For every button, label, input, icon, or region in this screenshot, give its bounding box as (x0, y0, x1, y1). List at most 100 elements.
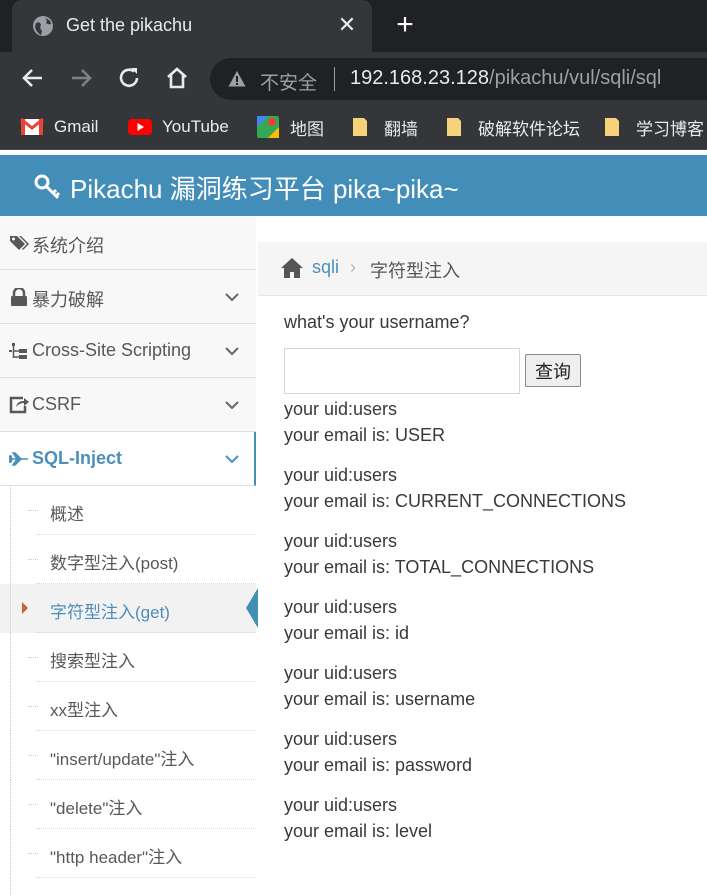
submenu-item-numeric-injection[interactable]: 数字型注入(post) (0, 535, 256, 584)
bookmark-label: 翻墙 (384, 119, 418, 139)
bookmark-youtube[interactable]: YouTube (128, 114, 229, 140)
tree-line (10, 829, 11, 878)
tree-line (10, 878, 11, 896)
sitemap-icon (9, 343, 27, 359)
submenu-item-next[interactable] (0, 878, 256, 896)
new-tab-icon[interactable]: + (390, 10, 420, 40)
breadcrumb-link-sqli[interactable]: sqli (312, 257, 339, 278)
folder-icon (353, 118, 367, 136)
result-email: your email is: id (284, 623, 410, 643)
sidebar-item-csrf[interactable]: CSRF (0, 378, 256, 432)
tab-title: Get the pikachu (66, 15, 193, 35)
username-input[interactable] (284, 348, 520, 394)
bookmark-folder-vpn[interactable]: 翻墙 (350, 114, 418, 140)
tree-line (10, 731, 11, 780)
web-page: Pikachu 漏洞练习平台 pika~pika~ 系统介绍 暴力破解 Cros… (0, 150, 707, 896)
omnibox-divider (334, 67, 335, 91)
site-title[interactable]: Pikachu 漏洞练习平台 pika~pika~ (70, 169, 459, 206)
sidebar-item-label: CSRF (32, 394, 81, 414)
result-uid: your uid:users (284, 597, 398, 617)
submenu-item-label: xx型注入 (50, 701, 118, 720)
share-icon (9, 396, 29, 414)
bookmark-label: 学习博客 (636, 119, 704, 139)
sidebar-item-sql-inject[interactable]: SQL-Inject (0, 432, 256, 486)
sidebar-item-intro[interactable]: 系统介绍 (0, 216, 256, 270)
bookmark-folder-forum[interactable]: 破解软件论坛 (444, 114, 580, 140)
result-uid: your uid:users (284, 795, 398, 815)
plane-icon (9, 452, 28, 466)
browser-tab-strip: Get the pikachu ✕ + (0, 0, 707, 52)
result-uid: your uid:users (284, 399, 398, 419)
youtube-icon (128, 119, 152, 135)
tree-dash (28, 657, 38, 658)
submenu-item-overview[interactable]: 概述 (0, 486, 256, 535)
url-host: 192.168.23.128 (350, 67, 490, 89)
caret-right-icon (22, 602, 28, 614)
url-text: 192.168.23.128/pikachu/vul/sqli/sql (350, 67, 661, 90)
breadcrumb: sqli › 字符型注入 (258, 242, 707, 296)
tree-dash (28, 706, 38, 707)
bookmark-folder-blog[interactable]: 学习博客 (602, 114, 704, 140)
lock-icon (11, 288, 27, 306)
chevron-down-icon (225, 455, 239, 464)
result-uid: your uid:users (284, 465, 398, 485)
site-header: Pikachu 漏洞练习平台 pika~pika~ (0, 155, 707, 216)
bookmark-label: 破解软件论坛 (478, 119, 580, 139)
sidebar-item-label: Cross-Site Scripting (32, 340, 192, 360)
tree-dash (28, 559, 38, 560)
result-uid: your uid:users (284, 663, 398, 683)
not-secure-label: 不安全 (260, 73, 318, 94)
browser-toolbar: 不安全 192.168.23.128/pikachu/vul/sqli/sql (0, 52, 707, 104)
sidebar-item-brute-force[interactable]: 暴力破解 (0, 270, 256, 324)
bookmark-label: YouTube (162, 117, 229, 136)
result-email: your email is: level (284, 821, 433, 841)
browser-tab[interactable]: Get the pikachu ✕ (12, 0, 372, 52)
reload-icon[interactable] (114, 63, 144, 93)
result-entry: your uid:users your email is: level (284, 792, 707, 844)
result-uid: your uid:users (284, 729, 398, 749)
tree-line (10, 486, 11, 535)
submenu-item-string-injection[interactable]: 字符型注入(get) (0, 584, 258, 633)
submenu-item-http-header-injection[interactable]: "http header"注入 (0, 829, 256, 878)
bookmark-label: Gmail (54, 117, 99, 136)
submenu-item-label: "delete"注入 (50, 799, 143, 818)
bookmarks-bar: Gmail YouTube 地图 翻墙 破解软件论坛 学习博客 (0, 104, 707, 150)
bookmark-gmail[interactable]: Gmail (20, 114, 98, 140)
address-bar[interactable]: 不安全 192.168.23.128/pikachu/vul/sqli/sql (210, 58, 707, 100)
query-form: 查询 (284, 348, 707, 396)
sidebar-item-xss[interactable]: Cross-Site Scripting (0, 324, 256, 378)
key-icon (34, 174, 61, 200)
home-icon[interactable] (162, 63, 192, 93)
home-icon (281, 258, 303, 278)
query-button[interactable]: 查询 (525, 354, 581, 387)
bookmark-maps[interactable]: 地图 (256, 114, 324, 140)
submenu-item-label: 数字型注入(post) (50, 554, 179, 573)
tree-line (10, 584, 11, 633)
sidebar: 系统介绍 暴力破解 Cross-Site Scripting CSRF SQL-… (0, 216, 258, 896)
breadcrumb-separator: › (350, 257, 356, 277)
tree-dash (28, 755, 38, 756)
submenu-item-delete-injection[interactable]: "delete"注入 (0, 780, 256, 829)
result-email: your email is: TOTAL_CONNECTIONS (284, 557, 595, 577)
submenu-item-xx-injection[interactable]: xx型注入 (0, 682, 256, 731)
back-arrow-icon[interactable] (18, 63, 48, 93)
username-prompt: what's your username? (284, 312, 470, 332)
submenu-item-label: "http header"注入 (50, 848, 183, 867)
close-tab-icon[interactable]: ✕ (334, 12, 360, 38)
submenu-item-search-injection[interactable]: 搜索型注入 (0, 633, 256, 682)
tree-line (10, 682, 11, 731)
tree-line (10, 780, 11, 829)
result-email: your email is: password (284, 755, 473, 775)
globe-icon (33, 16, 53, 36)
result-email: your email is: username (284, 689, 476, 709)
submenu-item-insert-update-injection[interactable]: "insert/update"注入 (0, 731, 256, 780)
forward-arrow-icon[interactable] (66, 63, 96, 93)
submenu-item-label: 字符型注入(get) (50, 603, 170, 622)
result-entry: your uid:users your email is: TOTAL_CONN… (284, 528, 707, 580)
sidebar-item-label: SQL-Inject (32, 448, 123, 468)
folder-icon (605, 118, 619, 136)
result-email: your email is: CURRENT_CONNECTIONS (284, 491, 627, 511)
submenu-item-label: 概述 (50, 505, 84, 524)
sidebar-item-label: 系统介绍 (32, 236, 104, 256)
chevron-down-icon (225, 347, 239, 356)
